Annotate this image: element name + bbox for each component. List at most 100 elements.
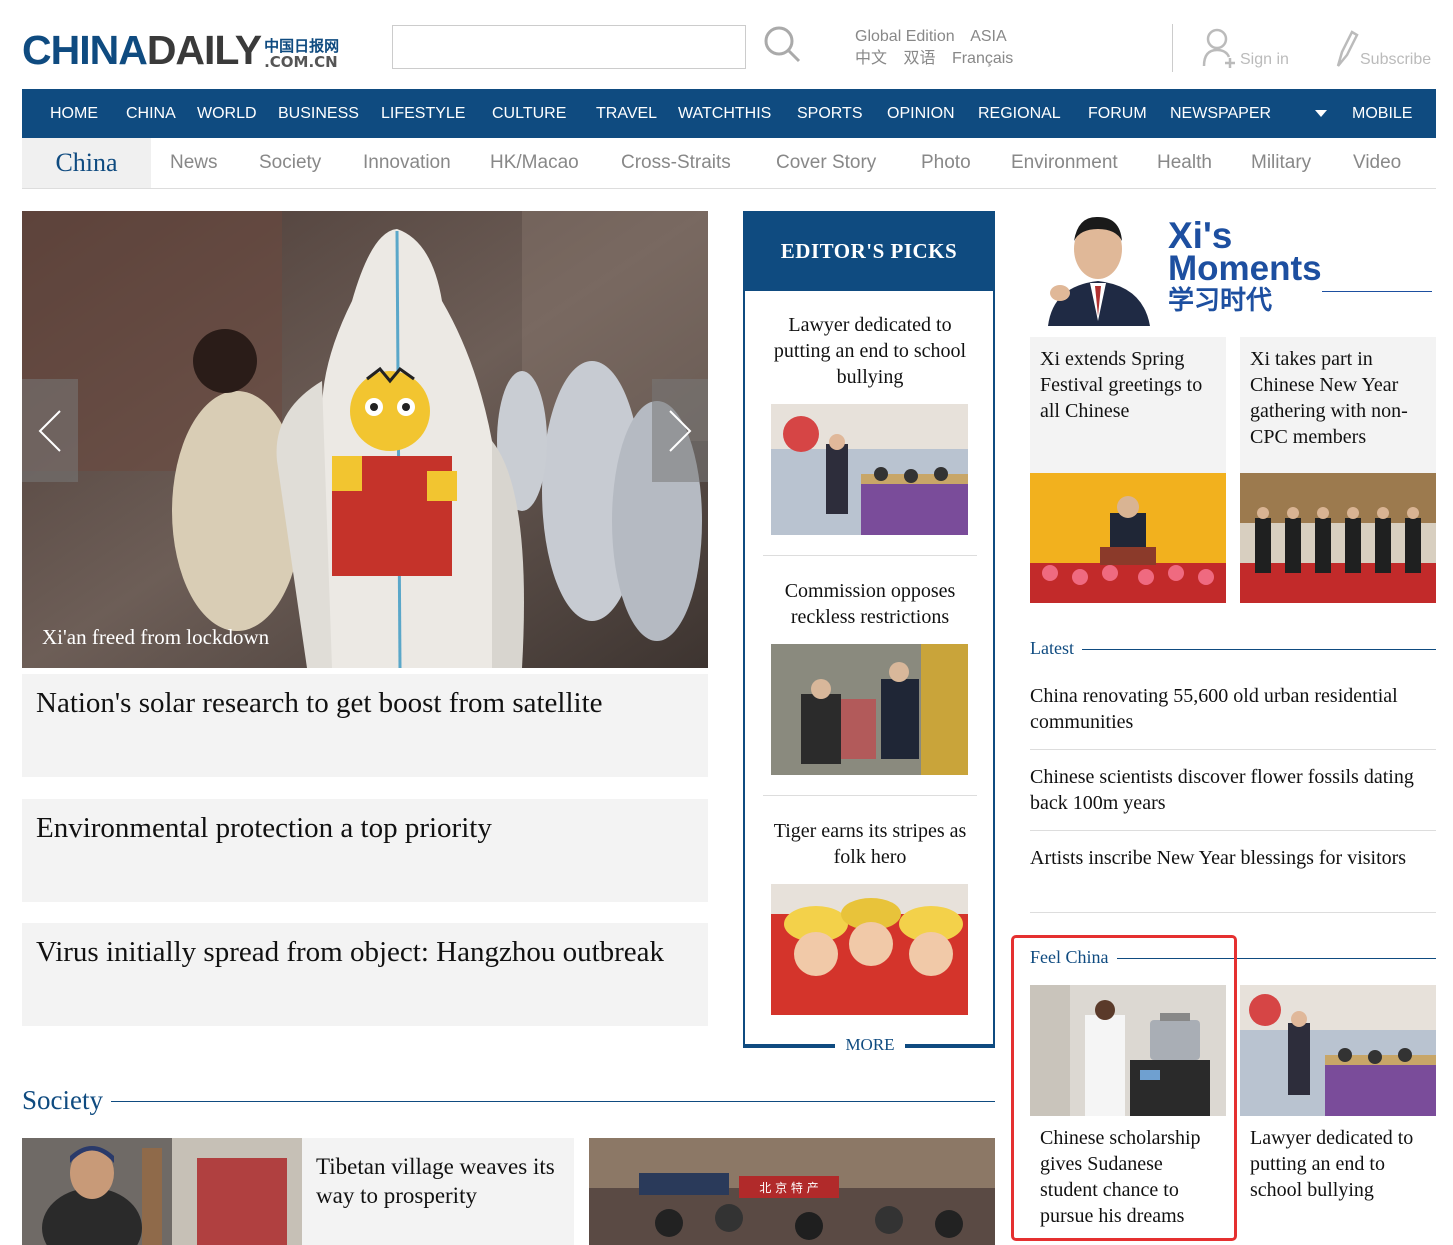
pick-image[interactable] (771, 404, 968, 535)
hero-caption[interactable]: Xi'an freed from lockdown (42, 625, 269, 650)
sub-nav-video[interactable]: Video (1353, 138, 1401, 188)
chevron-right-icon (669, 410, 692, 452)
edition-global-link[interactable]: Global Edition (855, 28, 955, 45)
nav-regional[interactable]: REGIONAL (978, 89, 1061, 138)
main-nav: HOME CHINA WORLD BUSINESS LIFESTYLE CULT… (22, 89, 1436, 138)
subscribe-label: Subscribe (1360, 51, 1432, 68)
logo-chinese: 中国日报网 (264, 37, 340, 55)
headline-card[interactable]: Nation's solar research to get boost fro… (22, 674, 708, 777)
language-chinese-link[interactable]: 中文 (855, 50, 887, 67)
newspaper-dropdown-caret-icon[interactable] (1315, 110, 1327, 117)
headline-card[interactable]: Virus initially spread from object: Hang… (22, 923, 708, 1026)
logo-domain: .COM.CN (264, 53, 338, 71)
society-story-title[interactable]: Tibetan village weaves its way to prospe… (316, 1154, 555, 1208)
latest-divider (1030, 912, 1436, 913)
subscribe-button[interactable]: Subscribe (1334, 26, 1431, 70)
chevron-left-icon (38, 410, 61, 452)
latest-divider (1030, 749, 1436, 750)
xi-title-line1: Xi's (1168, 215, 1233, 256)
xi-moments-banner[interactable]: Xi's Moments 学习时代 (1030, 211, 1436, 326)
search-icon[interactable] (762, 24, 802, 64)
pick-image[interactable] (771, 884, 968, 1015)
carousel-next-button[interactable] (652, 379, 708, 482)
nav-forum[interactable]: FORUM (1088, 89, 1147, 138)
pencil-icon (1336, 30, 1359, 67)
xi-story-title[interactable]: Xi takes part in Chinese New Year gather… (1250, 346, 1420, 450)
sub-nav-cover-story[interactable]: Cover Story (776, 138, 876, 188)
latest-rule (1030, 649, 1436, 650)
edition-asia-link[interactable]: ASIA (970, 28, 1006, 45)
pick-title[interactable]: Lawyer dedicated to putting an end to sc… (763, 312, 977, 390)
nav-watchthis[interactable]: WATCHTHIS (678, 89, 771, 138)
hero-image (22, 211, 708, 668)
nav-culture[interactable]: CULTURE (492, 89, 566, 138)
signin-label: Sign in (1240, 51, 1289, 68)
xi-title-chinese: 学习时代 (1168, 286, 1273, 316)
sub-nav-section-title[interactable]: China (22, 138, 151, 188)
sub-nav-innovation[interactable]: Innovation (363, 138, 451, 188)
pick-title[interactable]: Tiger earns its stripes as folk hero (763, 818, 977, 870)
nav-mobile[interactable]: MOBILE (1352, 89, 1412, 138)
nav-home[interactable]: HOME (50, 89, 98, 138)
editors-picks-title: EDITOR'S PICKS (743, 211, 995, 291)
latest-item[interactable]: Artists inscribe New Year blessings for … (1030, 845, 1436, 871)
latest-divider (1030, 830, 1436, 831)
header-divider (1172, 24, 1173, 72)
nav-china[interactable]: CHINA (126, 89, 176, 138)
sub-nav-military[interactable]: Military (1251, 138, 1311, 188)
pick-title[interactable]: Commission opposes reckless restrictions (763, 578, 977, 630)
nav-lifestyle[interactable]: LIFESTYLE (381, 89, 465, 138)
signin-button[interactable]: Sign in (1200, 26, 1289, 70)
highlight-box (1011, 935, 1237, 1241)
pick-divider (763, 795, 977, 796)
language-french-link[interactable]: Français (952, 50, 1013, 67)
nav-business[interactable]: BUSINESS (278, 89, 359, 138)
user-icon (1202, 28, 1235, 68)
edition-selector: Global Edition ASIA 中文 双语 Français (855, 26, 1025, 70)
xi-title-line2: Moments (1168, 249, 1322, 288)
logo-china: CHINA (22, 27, 148, 73)
xi-portrait-image (1038, 211, 1158, 326)
logo-daily: DAILY (146, 27, 262, 73)
society-rule (22, 1101, 995, 1102)
nav-newspaper[interactable]: NEWSPAPER (1170, 89, 1271, 138)
society-heading[interactable]: Society (22, 1085, 111, 1116)
sub-nav-hk-macao[interactable]: HK/Macao (490, 138, 579, 188)
headline-card[interactable]: Environmental protection a top priority (22, 799, 708, 902)
sub-nav-cross-straits[interactable]: Cross-Straits (621, 138, 731, 188)
sub-nav-health[interactable]: Health (1157, 138, 1212, 188)
xi-moments-title: Xi's Moments 学习时代 (1168, 215, 1322, 317)
search-input[interactable] (392, 25, 746, 69)
latest-item[interactable]: Chinese scientists discover flower fossi… (1030, 764, 1436, 816)
society-story-card[interactable]: Tibetan village weaves its way to prospe… (302, 1138, 574, 1245)
society-story-image[interactable]: 北 京 特 产 (589, 1138, 995, 1245)
headline-text[interactable]: Environmental protection a top priority (36, 812, 492, 844)
xi-story-title[interactable]: Xi extends Spring Festival greetings to … (1040, 346, 1210, 424)
feel-china-image[interactable] (1240, 985, 1436, 1116)
language-bilingual-link[interactable]: 双语 (903, 50, 935, 67)
hero-carousel[interactable]: Xi'an freed from lockdown (22, 211, 708, 668)
sub-nav-society[interactable]: Society (259, 138, 321, 188)
editors-picks-more-link[interactable]: MORE (835, 1035, 905, 1055)
society-story-image[interactable] (22, 1138, 302, 1245)
nav-travel[interactable]: TRAVEL (596, 89, 657, 138)
sub-nav-news[interactable]: News (170, 138, 218, 188)
headline-text[interactable]: Virus initially spread from object: Hang… (36, 936, 664, 968)
feel-china-title[interactable]: Lawyer dedicated to putting an end to sc… (1250, 1125, 1434, 1203)
sub-nav-environment[interactable]: Environment (1011, 138, 1118, 188)
latest-heading[interactable]: Latest (1030, 638, 1082, 659)
nav-world[interactable]: WORLD (197, 89, 257, 138)
nav-sports[interactable]: SPORTS (797, 89, 863, 138)
editors-picks-panel: EDITOR'S PICKS Lawyer dedicated to putti… (743, 211, 995, 1055)
nav-opinion[interactable]: OPINION (887, 89, 955, 138)
carousel-prev-button[interactable] (22, 379, 78, 482)
xi-story-image[interactable] (1030, 473, 1226, 603)
sub-nav-photo[interactable]: Photo (921, 138, 971, 188)
xi-banner-rule (1322, 291, 1432, 292)
chinadaily-logo[interactable]: CHINADAILY 中国日报网 .COM.CN (22, 26, 340, 73)
latest-item[interactable]: China renovating 55,600 old urban reside… (1030, 683, 1436, 735)
pick-image[interactable] (771, 644, 968, 775)
headline-text[interactable]: Nation's solar research to get boost fro… (36, 687, 603, 719)
xi-story-image[interactable] (1240, 473, 1436, 603)
shop-sign-text: 北 京 特 产 (759, 1180, 818, 1195)
